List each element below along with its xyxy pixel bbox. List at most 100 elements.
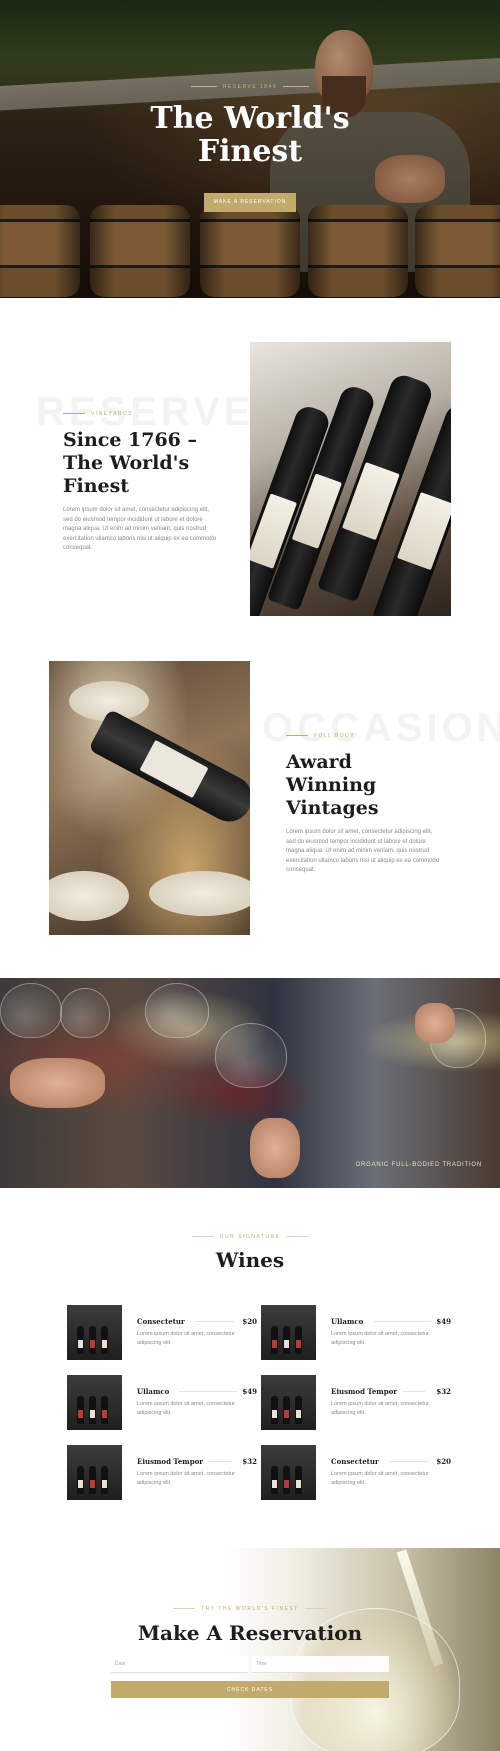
plate-shape (49, 871, 129, 921)
awards-body: Lorem ipsum dolor sit amet, consectetur … (286, 829, 440, 873)
menu-item[interactable]: Ullamco $49 Lorem ipsum dolor sit amet, … (261, 1305, 451, 1361)
wine-thumbnail (67, 1305, 122, 1360)
bottle-shape (295, 1466, 302, 1494)
hand-shape (250, 1118, 300, 1178)
wine-thumbnail (261, 1305, 316, 1360)
about-body: Lorem ipsum dolor sit amet, consectetur … (63, 507, 217, 551)
menu-item[interactable]: Consectetur $20 Lorem ipsum dolor sit am… (67, 1305, 257, 1361)
reservation-title: Make A Reservation (137, 1621, 363, 1645)
awards-title-line: Vintages (286, 797, 379, 819)
menu-item[interactable]: Eiusmod Tempor $32 Lorem ipsum dolor sit… (261, 1375, 451, 1431)
menu-item[interactable]: Eiusmod Tempor $32 Lorem ipsum dolor sit… (67, 1445, 257, 1501)
menu-eyebrow: Our Signature (0, 1234, 500, 1240)
about-title: Since 1766 – The World's Finest (63, 429, 233, 498)
wine-thumbnail (261, 1445, 316, 1500)
awards-eyebrow: Full Body (286, 733, 355, 739)
bottle-shape (283, 1396, 290, 1424)
menu-item-divider (179, 1391, 237, 1392)
menu-item[interactable]: Consectetur $20 Lorem ipsum dolor sit am… (261, 1445, 451, 1501)
hero-title: The World's Finest (0, 102, 500, 168)
menu-item-desc: Lorem ipsum dolor sit amet, consectetur … (137, 1471, 235, 1486)
menu-item-price: $32 (436, 1387, 451, 1396)
wine-glass-shape (60, 988, 110, 1038)
menu-item-price: $20 (436, 1457, 451, 1466)
about-eyebrow-text: Vineyards (91, 411, 134, 417)
hero-title-line: The World's (150, 101, 350, 136)
menu-item-price: $20 (242, 1317, 257, 1326)
menu-item-divider (403, 1391, 425, 1392)
menu-item-divider (195, 1321, 235, 1322)
reservation-section: Try the World's Finest Make A Reservatio… (0, 1548, 500, 1751)
menu-item-price: $49 (242, 1387, 257, 1396)
menu-item[interactable]: Ullamco $49 Lorem ipsum dolor sit amet, … (67, 1375, 257, 1431)
ghost-word: OCCASION (262, 706, 500, 750)
bottle-shape (77, 1396, 84, 1424)
time-input[interactable] (252, 1656, 389, 1673)
bottle-shape (89, 1466, 96, 1494)
bottle-shape (77, 1326, 84, 1354)
bottle-shape (77, 1466, 84, 1494)
menu-item-divider (389, 1461, 429, 1462)
bottle-shape (271, 1396, 278, 1424)
menu-item-price: $49 (436, 1317, 451, 1326)
menu-item-desc: Lorem ipsum dolor sit amet, consectetur … (137, 1331, 235, 1346)
plate-shape (149, 871, 250, 916)
awards-section: OCCASION Full Body Award Winning Vintage… (0, 650, 500, 978)
menu-item-name: Ullamco (331, 1317, 364, 1326)
awards-eyebrow-text: Full Body (314, 733, 356, 739)
wine-thumbnail (67, 1375, 122, 1430)
bottle-shape (271, 1326, 278, 1354)
menu-item-desc: Lorem ipsum dolor sit amet, consectetur … (137, 1401, 235, 1416)
hand-shape (415, 1003, 455, 1043)
menu-item-price: $32 (242, 1457, 257, 1466)
banner-caption: Organic Full-Bodied Tradition (355, 1162, 482, 1168)
wine-menu-section: Our Signature Wines Consectetur $20 Lore… (0, 1188, 500, 1548)
reservation-eyebrow: Try the World's Finest (0, 1606, 500, 1612)
about-title-line: Finest (63, 475, 130, 497)
hero-eyebrow: Reserve 1846 (0, 84, 500, 90)
bottle-label (396, 492, 451, 571)
wine-glass-shape (0, 983, 62, 1038)
wine-pouring-image (49, 661, 250, 935)
bottle-shape (101, 1326, 108, 1354)
about-title-line: Since 1766 – (63, 429, 198, 451)
make-reservation-button[interactable]: Make a Reservation (204, 193, 296, 212)
bottle-shape (295, 1326, 302, 1354)
menu-item-name: Eiusmod Tempor (137, 1457, 203, 1466)
bottle-shape (271, 1466, 278, 1494)
bottle-shape (283, 1326, 290, 1354)
bottle-shape (89, 1326, 96, 1354)
wine-glass-shape (145, 983, 209, 1038)
menu-item-divider (209, 1461, 231, 1462)
menu-item-name: Ullamco (137, 1387, 170, 1396)
menu-item-divider (373, 1321, 431, 1322)
bottle-shape (295, 1396, 302, 1424)
bottle-label (139, 739, 209, 799)
menu-item-desc: Lorem ipsum dolor sit amet, consectetur … (331, 1401, 429, 1416)
hero-section: Reserve 1846 The World's Finest Make a R… (0, 0, 500, 298)
menu-item-name: Eiusmod Tempor (331, 1387, 397, 1396)
about-section: RESERVE Vineyards Since 1766 – The World… (0, 298, 500, 650)
hand-shape (10, 1058, 105, 1108)
about-title-line: The World's (63, 452, 190, 474)
bottle-label (341, 462, 400, 541)
wine-thumbnail (261, 1375, 316, 1430)
wine-glass-shape (215, 1023, 287, 1088)
menu-item-desc: Lorem ipsum dolor sit amet, consectetur … (331, 1331, 429, 1346)
menu-item-name: Consectetur (137, 1317, 185, 1326)
awards-title: Award Winning Vintages (286, 751, 456, 820)
awards-title-line: Winning (286, 774, 377, 796)
bottle-shape (101, 1466, 108, 1494)
bottle-shape (101, 1396, 108, 1424)
menu-title: Wines (215, 1248, 285, 1272)
pour-bottle-shape (88, 708, 250, 830)
bottle-shape (283, 1466, 290, 1494)
awards-title-line: Award (286, 751, 352, 773)
wine-thumbnail (67, 1445, 122, 1500)
menu-item-desc: Lorem ipsum dolor sit amet, consectetur … (331, 1471, 429, 1486)
toast-banner-section: Organic Full-Bodied Tradition (0, 978, 500, 1188)
about-eyebrow: Vineyards (63, 411, 133, 417)
date-input[interactable] (111, 1656, 248, 1673)
check-dates-button[interactable]: Check Dates (111, 1681, 389, 1698)
hero-title-line: Finest (197, 134, 303, 169)
